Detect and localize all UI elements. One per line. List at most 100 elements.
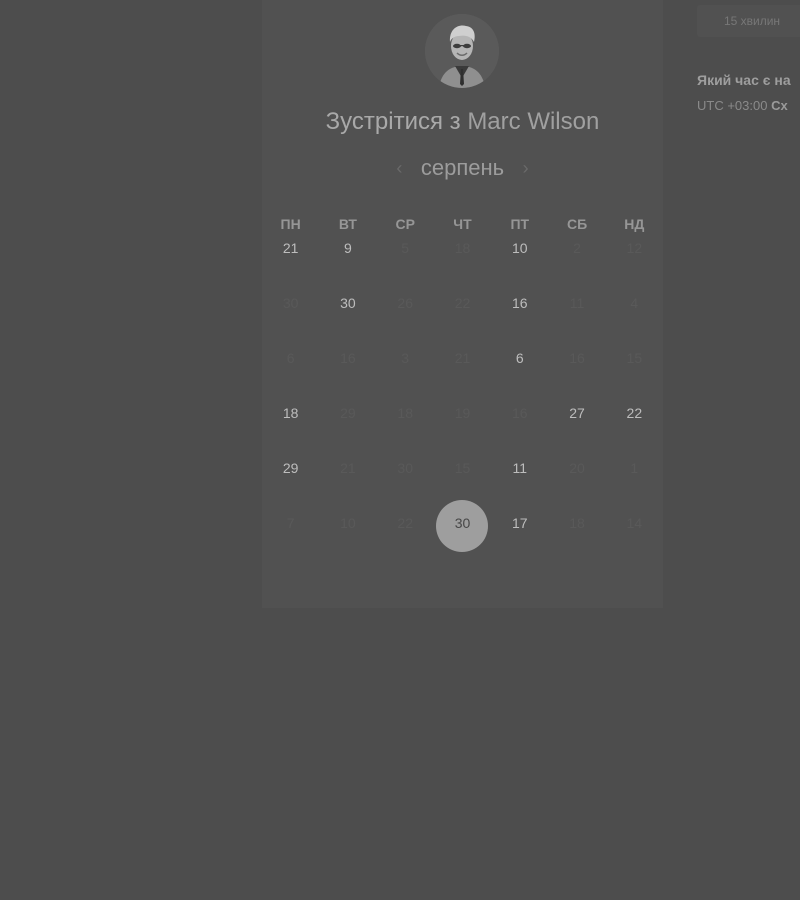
weekday-label: ЧТ — [453, 216, 472, 232]
title-prefix: Зустрітися з — [325, 108, 461, 135]
day-number: 16 — [511, 295, 528, 311]
calendar-day[interactable]: 22 — [606, 401, 663, 425]
day-number: 18 — [282, 405, 299, 421]
host-name: Marc Wilson — [467, 108, 600, 135]
selected-day[interactable]: 30 — [434, 500, 491, 552]
calendar-week-row: 18 29 18 19 16 27 22 — [262, 401, 663, 456]
day-number: 21 — [282, 240, 299, 256]
weekday-label: ПТ — [510, 216, 530, 232]
calendar-day: 11 — [548, 291, 605, 315]
weekday-label: НД — [624, 216, 645, 232]
day-number: 21 — [340, 460, 356, 476]
day-number: 22 — [626, 405, 643, 421]
day-number: 30 — [397, 460, 413, 476]
day-number: 1 — [630, 460, 639, 476]
calendar-day: 20 — [548, 456, 605, 480]
calendar-day: 6 — [262, 346, 319, 370]
day-number: 17 — [511, 515, 528, 531]
day-number: 9 — [344, 240, 352, 256]
host-photo — [425, 14, 499, 88]
chevron-right-icon[interactable]: › — [523, 157, 529, 179]
day-number: 27 — [569, 405, 585, 421]
calendar-week-row: 6 16 3 21 6 16 15 — [262, 346, 663, 401]
day-number: 26 — [397, 295, 413, 311]
day-number: 30 — [340, 295, 356, 311]
weekday-label: ВТ — [338, 216, 357, 232]
day-number: 20 — [569, 460, 585, 476]
calendar-day: 4 — [606, 291, 663, 315]
day-number: 18 — [454, 240, 471, 256]
calendar-day: 18 — [377, 401, 434, 425]
calendar-day: 2 — [548, 236, 605, 260]
chevron-left-icon[interactable]: ‹ — [396, 157, 402, 179]
calendar-day[interactable]: 16 — [491, 291, 548, 315]
day-number: 16 — [340, 350, 356, 366]
calendar-day[interactable]: 17 — [491, 511, 548, 535]
weekday-label: СБ — [566, 216, 588, 232]
day-number: 6 — [286, 350, 295, 366]
day-number: 2 — [573, 240, 581, 256]
day-number: 10 — [340, 515, 356, 531]
day-number: 11 — [569, 295, 585, 311]
calendar-day: 30 — [377, 456, 434, 480]
calendar-day: 29 — [319, 401, 376, 425]
day-number: 10 — [511, 240, 528, 256]
day-number: 18 — [397, 405, 413, 421]
calendar-day[interactable]: 9 — [319, 236, 376, 260]
calendar-day: 26 — [377, 291, 434, 315]
calendar-day: 7 — [262, 511, 319, 535]
calendar-day[interactable]: 10 — [491, 236, 548, 260]
calendar-day: 14 — [606, 511, 663, 535]
day-number: 15 — [626, 350, 643, 366]
day-number: 6 — [515, 350, 524, 366]
day-number: 4 — [630, 295, 639, 311]
timezone-question: Який час є на — [697, 72, 791, 88]
day-number: 16 — [569, 350, 585, 366]
page-title: Зустрітися з Marc Wilson — [262, 108, 663, 136]
calendar-day: 16 — [548, 346, 605, 370]
calendar-day: 5 — [377, 236, 434, 260]
calendar-day: 18 — [434, 236, 491, 260]
calendar-day[interactable]: 27 — [548, 401, 605, 425]
calendar-day[interactable]: 29 — [262, 456, 319, 480]
day-number: 12 — [626, 240, 643, 256]
calendar-week-row: 7 10 22 30 17 18 14 — [262, 500, 663, 566]
timezone-name: Сх — [771, 98, 788, 113]
calendar-day: 16 — [319, 346, 376, 370]
calendar-day[interactable]: 21 — [262, 236, 319, 260]
weekday-header: ПН ВТ СР ЧТ ПТ СБ НД — [262, 212, 663, 236]
day-number: 18 — [569, 515, 585, 531]
calendar-day[interactable]: 30 — [319, 291, 376, 315]
day-number: 7 — [286, 515, 295, 531]
day-number: 21 — [454, 350, 471, 366]
day-number: 11 — [512, 460, 528, 476]
day-number: 3 — [401, 350, 410, 366]
calendar-day: 16 — [491, 401, 548, 425]
timezone-offset: UTC +03:00 — [697, 98, 768, 113]
calendar-day: 18 — [548, 511, 605, 535]
details-panel — [663, 0, 800, 900]
day-number: 22 — [454, 295, 471, 311]
calendar-day[interactable]: 18 — [262, 401, 319, 425]
duration-badge[interactable]: 15 хвилин — [697, 5, 800, 37]
day-number: 30 — [282, 295, 299, 311]
calendar-day: 30 — [262, 291, 319, 315]
calendar-day: 22 — [434, 291, 491, 315]
day-number: 29 — [340, 405, 356, 421]
calendar-grid: ПН ВТ СР ЧТ ПТ СБ НД 21 9 5 18 10 2 12 30 30 26 22 16 11 4 6… — [262, 212, 663, 566]
calendar-day: 12 — [606, 236, 663, 260]
calendar-day: 21 — [319, 456, 376, 480]
calendar-week-row: 21 9 5 18 10 2 12 — [262, 236, 663, 291]
day-number: 16 — [511, 405, 528, 421]
calendar-weeks: 21 9 5 18 10 2 12 30 30 26 22 16 11 4 6 16 3 21 6 16 15 18 29 1… — [262, 236, 663, 566]
timezone-selector[interactable]: UTC +03:00 Сх — [697, 98, 788, 113]
month-label: серпень — [420, 155, 505, 180]
day-number: 15 — [454, 460, 471, 476]
day-number: 5 — [401, 240, 410, 256]
day-number: 14 — [626, 515, 643, 531]
calendar-day[interactable]: 11 — [491, 456, 548, 480]
booking-page: Зустрітися з Marc Wilson ‹ серпень › ПН В… — [0, 0, 800, 900]
calendar-day: 21 — [434, 346, 491, 370]
calendar-day[interactable]: 6 — [491, 346, 548, 370]
calendar-day: 3 — [377, 346, 434, 370]
